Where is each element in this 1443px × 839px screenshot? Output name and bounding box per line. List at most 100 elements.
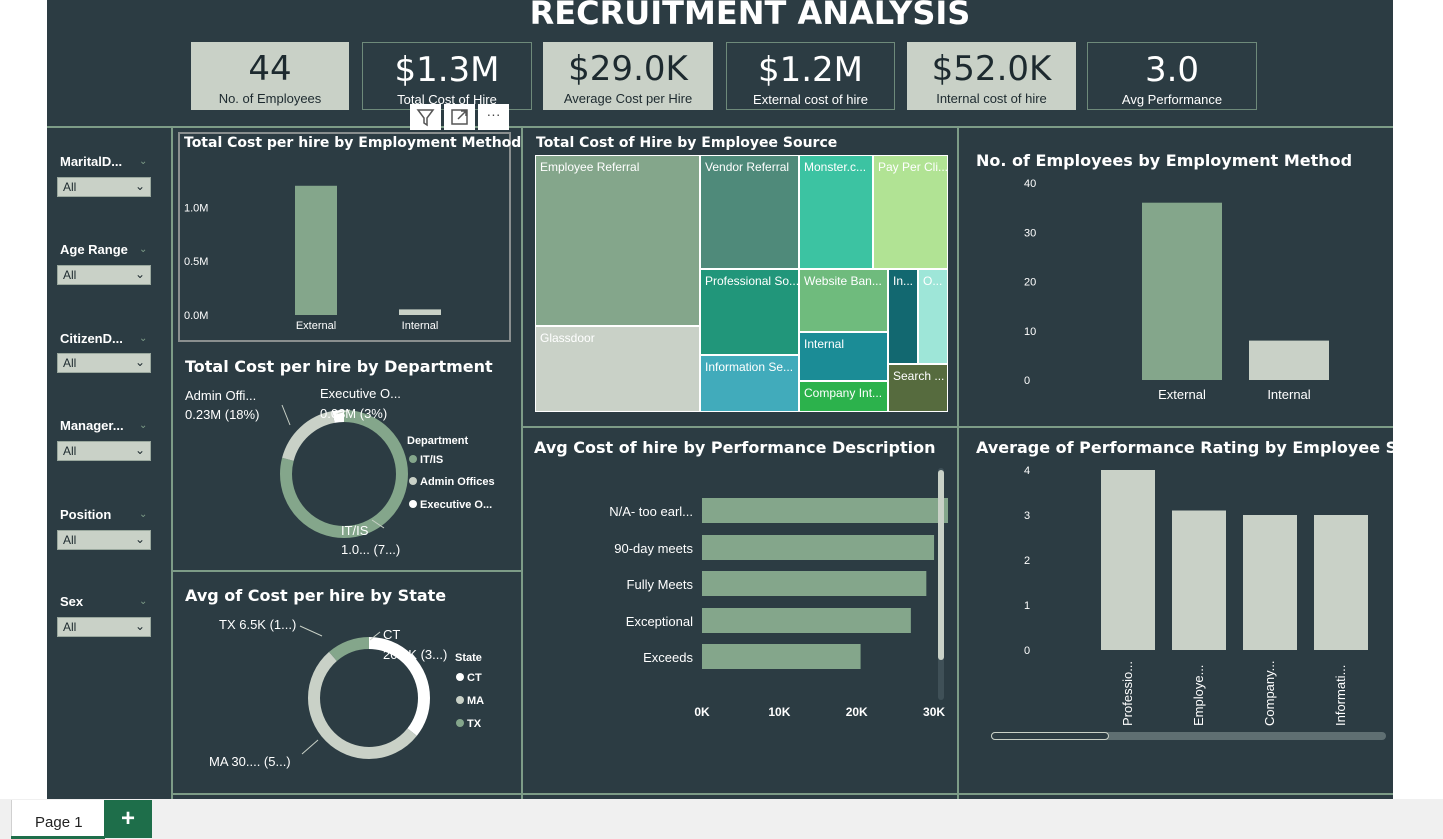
x-tick-label: 0K xyxy=(694,705,710,719)
add-page-button[interactable]: + xyxy=(104,800,152,838)
slicer-label: Sex xyxy=(60,594,84,609)
treemap-tile[interactable]: Website Ban... xyxy=(799,269,888,332)
scrollbar-thumb[interactable] xyxy=(991,732,1109,740)
chevron-down-icon[interactable]: ⌄ xyxy=(139,156,147,167)
kpi-card-external-cost: $1.2M External cost of hire xyxy=(726,42,895,110)
leader-line xyxy=(301,739,319,755)
visual-title: No. of Employees by Employment Method xyxy=(976,151,1353,170)
treemap-tile[interactable]: In... xyxy=(888,269,918,364)
treemap-tile[interactable]: Internal xyxy=(799,332,888,381)
filter-icon[interactable] xyxy=(410,104,441,130)
legend-item[interactable]: CT xyxy=(467,672,482,684)
y-tick-label: 0 xyxy=(1024,375,1030,387)
chevron-down-icon[interactable]: ⌄ xyxy=(139,420,147,431)
treemap-tile[interactable]: Glassdoor xyxy=(535,326,700,412)
slicer-dropdown-marital[interactable]: All ⌄ xyxy=(57,177,151,197)
bar xyxy=(702,498,948,523)
legend-marker xyxy=(409,500,417,508)
donut-dept xyxy=(280,410,408,538)
slicer-label: Position xyxy=(60,507,112,522)
treemap-tile[interactable]: Professional So... xyxy=(700,269,799,355)
bar xyxy=(1142,202,1222,380)
visual-title: Total Cost per hire by Department xyxy=(185,357,493,376)
slicer-value: All xyxy=(63,356,77,370)
y-tick-label: 20 xyxy=(1024,277,1036,289)
slicer-dropdown-manager[interactable]: All ⌄ xyxy=(57,441,151,461)
legend-item[interactable]: Admin Offices xyxy=(420,476,495,488)
bar xyxy=(702,644,861,669)
treemap-tile[interactable]: Employee Referral xyxy=(535,155,700,326)
treemap-tile[interactable]: Monster.c... xyxy=(799,155,873,269)
chart-performance-by-source: 0 1 2 3 4 Professio... Employe... Company... Inf… xyxy=(1024,465,1368,726)
slicer-dropdown-citizen[interactable]: All ⌄ xyxy=(57,353,151,373)
dashboard-title: RECRUITMENT ANALYSIS xyxy=(529,0,971,32)
y-tick-label: 4 xyxy=(1024,465,1030,477)
treemap-cost-by-source: Employee Referral Glassdoor Vendor Refer… xyxy=(535,155,948,412)
tile-label: Website Ban... xyxy=(804,274,882,288)
bar xyxy=(1243,515,1297,650)
chevron-down-icon[interactable]: ⌄ xyxy=(139,244,147,255)
x-tick-label: Informati... xyxy=(1333,665,1348,726)
chevron-down-icon[interactable]: ⌄ xyxy=(139,509,147,520)
tab-page-1[interactable]: Page 1 xyxy=(11,800,105,839)
kpi-value: 3.0 xyxy=(1144,50,1200,90)
x-tick-label: Company... xyxy=(1262,660,1277,726)
page-tab-bar xyxy=(0,799,1443,839)
x-tick-label: Professio... xyxy=(1120,661,1135,726)
treemap-tile[interactable]: Pay Per Cli... xyxy=(873,155,948,269)
slice-label: Executive O... xyxy=(320,386,401,401)
divider xyxy=(47,126,1393,128)
chevron-down-icon: ⌄ xyxy=(134,355,145,369)
slicer-dropdown-position[interactable]: All ⌄ xyxy=(57,530,151,550)
tile-label: Pay Per Cli... xyxy=(878,160,948,174)
tile-label: Search ... xyxy=(893,369,945,383)
chevron-down-icon: ⌄ xyxy=(134,619,145,633)
scrollbar-thumb[interactable] xyxy=(938,470,944,660)
y-tick-label: 1.0M xyxy=(184,202,208,214)
bar xyxy=(399,309,441,315)
tile-label: Information Se... xyxy=(705,360,794,374)
kpi-card-avg-cost: $29.0K Average Cost per Hire xyxy=(543,42,713,110)
bar xyxy=(1314,515,1368,650)
slicer-dropdown-sex[interactable]: All ⌄ xyxy=(57,617,151,637)
tile-label: Employee Referral xyxy=(540,160,640,174)
horizontal-scrollbar[interactable] xyxy=(991,732,1386,740)
tile-label: Monster.c... xyxy=(804,160,867,174)
chevron-down-icon: ⌄ xyxy=(134,532,145,546)
kpi-value: $52.0K xyxy=(931,49,1052,89)
y-tick-label: 1 xyxy=(1024,600,1030,612)
bar xyxy=(702,535,935,560)
chart-cost-by-department: Admin Offi... 0.23M (18%) Executive O...… xyxy=(185,386,495,557)
legend-item[interactable]: TX xyxy=(467,718,482,730)
chart-cost-by-state: TX 6.5K (1...) CT 20.2K (3...) MA 30....… xyxy=(209,617,484,769)
tile-label: Company Int... xyxy=(804,386,883,400)
slice-label: 0.23M (18%) xyxy=(185,407,259,422)
slicer-dropdown-age[interactable]: All ⌄ xyxy=(57,265,151,285)
slicer-label: Manager... xyxy=(60,418,124,433)
visual-title: Avg Cost of hire by Performance Descript… xyxy=(534,438,936,457)
treemap-tile[interactable]: O... xyxy=(918,269,948,364)
visual-title: Total Cost of Hire by Employee Source xyxy=(536,135,838,151)
treemap-tile[interactable]: Information Se... xyxy=(700,355,799,412)
focus-mode-icon[interactable] xyxy=(444,104,475,130)
treemap-tile[interactable]: Search ... xyxy=(888,364,948,412)
treemap-tile[interactable]: Vendor Referral xyxy=(700,155,799,269)
legend-item[interactable]: MA xyxy=(467,695,484,707)
kpi-card-avg-performance: 3.0 Avg Performance xyxy=(1087,42,1257,110)
chevron-down-icon: ⌄ xyxy=(134,443,145,457)
tile-label: Professional So... xyxy=(705,274,799,288)
treemap-tile[interactable]: Company Int... xyxy=(799,381,888,412)
bar xyxy=(702,608,911,633)
legend-item[interactable]: IT/IS xyxy=(420,454,443,466)
chevron-down-icon[interactable]: ⌄ xyxy=(139,333,147,344)
vertical-scrollbar[interactable] xyxy=(938,468,944,700)
more-options-icon[interactable]: ··· xyxy=(478,104,509,130)
chart-cost-by-performance: N/A- too earl... 90-day meets Fully Meets E… xyxy=(609,498,948,719)
tile-label: In... xyxy=(893,274,914,288)
legend-marker xyxy=(456,673,464,681)
legend-item[interactable]: Executive O... xyxy=(420,499,492,511)
slicer-label: CitizenD... xyxy=(60,331,123,346)
legend-marker xyxy=(409,477,417,485)
chevron-down-icon[interactable]: ⌄ xyxy=(139,596,147,607)
kpi-value: 44 xyxy=(248,49,292,89)
